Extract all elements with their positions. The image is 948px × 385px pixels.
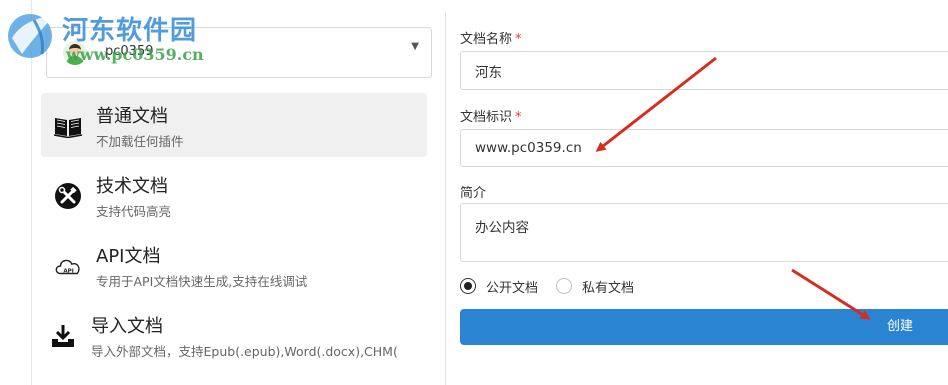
doc-type-title: 普通文档 (96, 106, 168, 127)
radio-private-label: 私有文档 (582, 280, 635, 296)
doc-type-desc: 不加载任何插件 (96, 134, 184, 149)
api-cloud-icon: API (53, 251, 83, 281)
doc-type-technical[interactable]: 技术文档 支持代码高亮 (41, 163, 427, 227)
doc-type-desc: 支持代码高亮 (96, 204, 172, 219)
panel-divider (445, 12, 446, 385)
radio-public-circle[interactable] (460, 278, 476, 294)
tools-icon (53, 181, 83, 211)
book-icon (53, 111, 83, 141)
radio-public-label: 公开文档 (486, 280, 539, 296)
svg-text:API: API (63, 269, 74, 275)
left-border (31, 0, 32, 385)
doc-name-value: 河东 (475, 64, 502, 81)
doc-name-input[interactable]: 河东 (460, 51, 948, 90)
avatar (63, 41, 87, 65)
doc-type-api[interactable]: API API文档 专用于API文档快速生成,支持在线调试 (41, 233, 427, 297)
chevron-down-icon[interactable]: ▼ (411, 41, 419, 52)
doc-type-import[interactable]: 导入文档 导入外部文档，支持Epub(.epub),Word(.docx),CH… (36, 303, 422, 367)
doc-type-title: 技术文档 (96, 176, 168, 197)
doc-type-desc: 专用于API文档快速生成,支持在线调试 (96, 274, 308, 289)
doc-type-desc: 导入外部文档，支持Epub(.epub),Word(.docx),CHM( (91, 344, 398, 359)
create-button[interactable]: 创建 (460, 309, 948, 345)
doc-type-title: API文档 (96, 246, 161, 267)
create-button-label: 创建 (887, 319, 914, 334)
doc-type-panel: pc0359 ▼ 普通文档 不加载任何插件 技术文档 支持代码高亮 API AP… (0, 0, 446, 385)
doc-type-title: 导入文档 (91, 316, 163, 337)
doc-intro-value: 办公内容 (475, 220, 529, 236)
project-select[interactable]: pc0359 ▼ (46, 27, 432, 78)
download-tray-icon (48, 321, 78, 351)
doc-intro-textarea[interactable]: 办公内容 (460, 203, 948, 262)
doc-identifier-value: www.pc0359.cn (475, 140, 582, 156)
doc-identifier-label: 文档标识 * (460, 110, 522, 125)
doc-type-normal[interactable]: 普通文档 不加载任何插件 (41, 93, 427, 157)
doc-identifier-input[interactable]: www.pc0359.cn (460, 129, 948, 167)
radio-private[interactable]: 私有文档 (556, 277, 635, 296)
doc-name-label: 文档名称 * (460, 32, 522, 47)
radio-public[interactable]: 公开文档 (460, 277, 539, 296)
doc-intro-label: 简介 (460, 186, 487, 201)
project-select-value: pc0359 (105, 44, 154, 59)
radio-private-circle[interactable] (556, 278, 572, 294)
